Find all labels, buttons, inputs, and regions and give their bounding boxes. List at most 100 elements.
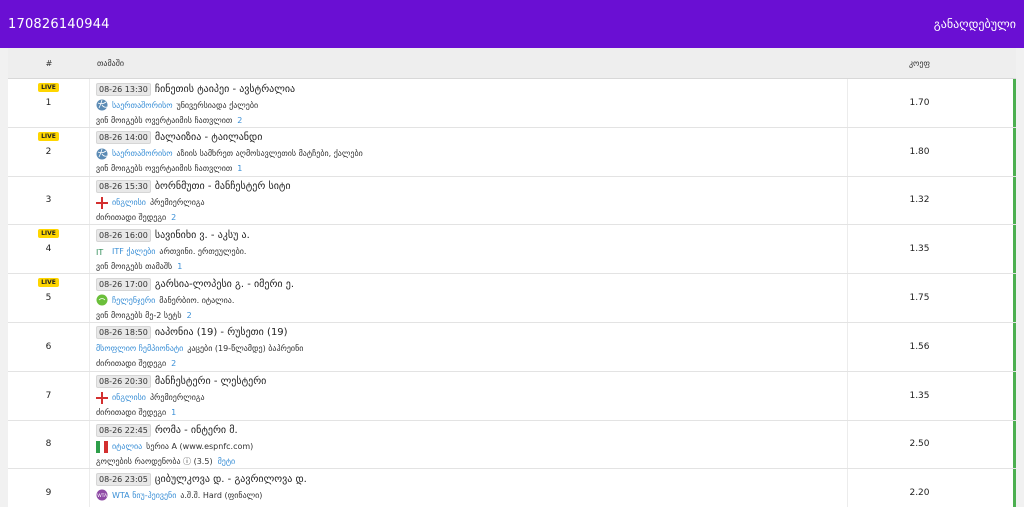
game-cell: 08-26 13:30 ჩინეთის ტაიპეი - ავსტრალია საე… — [90, 79, 848, 127]
sport-link[interactable]: ITF ქალები — [112, 247, 155, 256]
row-number-cell: LIVE 2 — [8, 127, 90, 176]
match-teams[interactable]: რომა - ინტერი მ. — [155, 425, 238, 436]
league-name: კაცები (19-წლამდე) ბაჰრეინი — [187, 344, 304, 354]
league-name: სერია A (www.espnfc.com) — [146, 442, 254, 452]
live-badge: LIVE — [38, 229, 59, 239]
top-bar: 170826140944 განაღდებული — [0, 0, 1024, 48]
market-count[interactable]: 2 — [187, 311, 192, 320]
table-row[interactable]: LIVE 1 08-26 13:30 ჩინეთის ტაიპეი - ავსტრალ… — [8, 79, 1016, 128]
league-name: ართვინი. ერთეულები. — [159, 246, 247, 256]
match-time: 08-26 22:45 — [96, 424, 151, 438]
row-number-cell: 8 — [8, 420, 90, 469]
row-number: 4 — [45, 244, 52, 255]
game-cell: 08-26 23:05 ციბულკოვა დ. - გავრილოვა დ. WT… — [90, 469, 848, 507]
market-name: ვინ მოიგებს მე-2 სეტს — [96, 310, 182, 320]
league-name: უნივერსიადა ქალები — [176, 100, 259, 110]
match-teams[interactable]: ბორნმუთი - მანჩესტერ სიტი — [155, 181, 291, 192]
odds-cell: 2.20 — [909, 488, 930, 499]
header-num: # — [45, 58, 53, 68]
sport-link[interactable]: იტალია — [112, 442, 142, 451]
odds-cell: 1.75 — [909, 293, 930, 304]
market-count[interactable]: 1 — [177, 262, 182, 271]
market-name: ძირითადი შედეგი — [96, 408, 167, 418]
market-count[interactable]: 1 — [237, 164, 242, 173]
sport-link[interactable]: საერთაშორისო — [112, 101, 173, 110]
match-time: 08-26 13:30 — [96, 82, 151, 96]
live-badge: LIVE — [38, 131, 59, 141]
game-cell: 08-26 15:30 ბორნმუთი - მანჩესტერ სიტი ინგლ… — [90, 176, 848, 225]
row-number: 7 — [45, 390, 52, 401]
sport-link[interactable]: მსოფლიო ჩემპიონატი — [96, 344, 183, 353]
odds-cell: 1.35 — [909, 244, 930, 255]
market-count[interactable]: 2 — [171, 359, 176, 368]
match-time: 08-26 14:00 — [96, 131, 151, 145]
match-time: 08-26 16:00 — [96, 228, 151, 242]
row-number: 8 — [45, 439, 52, 450]
live-badge: LIVE — [38, 83, 59, 92]
odds-cell: 2.50 — [909, 439, 930, 450]
table-row[interactable]: LIVE 2 08-26 14:00 მალაიზია - ტაილანდი საერთ… — [8, 127, 1016, 177]
row-number: 2 — [45, 146, 52, 157]
table-row[interactable]: 8 08-26 22:45 რომა - ინტერი მ. იტალია სერია … — [8, 420, 1016, 470]
row-number: 3 — [45, 195, 52, 206]
volleyball-icon — [96, 99, 108, 111]
match-time: 08-26 15:30 — [96, 180, 151, 194]
sport-link[interactable]: საერთაშორისო — [112, 149, 173, 158]
table-row[interactable]: LIVE 4 08-26 16:00 სავინიხი ვ. - აკსუ ა. IT I… — [8, 225, 1016, 275]
odds-cell: 1.80 — [909, 146, 930, 157]
odds-cell: 1.70 — [909, 97, 930, 108]
table-row[interactable]: 6 08-26 18:50 იაპონია (19) - რუსეთი (19) მს… — [8, 322, 1016, 372]
header-game: თამაში — [97, 58, 124, 68]
live-badge: LIVE — [38, 278, 59, 288]
match-teams[interactable]: მანჩესტერი - ლესტერი — [155, 376, 266, 387]
england-flag-icon — [96, 391, 108, 404]
row-number-cell: 6 — [8, 322, 90, 371]
league-name: პრემიერლიგა — [149, 198, 205, 208]
match-teams[interactable]: გარსია-ლოპესი გ. - იმერი ე. — [155, 279, 294, 290]
svg-text:IT: IT — [96, 248, 103, 257]
match-teams[interactable]: იაპონია (19) - რუსეთი (19) — [155, 327, 288, 338]
itf-icon: IT — [96, 245, 108, 257]
match-teams[interactable]: ციბულკოვა დ. - გავრილოვა დ. — [155, 474, 307, 485]
table-header: # თამაში კოეფ — [8, 48, 1016, 79]
sport-link[interactable]: ინგლისი — [112, 198, 146, 207]
game-cell: 08-26 22:45 რომა - ინტერი მ. იტალია სერია A… — [90, 420, 848, 469]
row-number: 1 — [45, 97, 52, 108]
challenger-icon — [96, 294, 108, 306]
sport-link[interactable]: ინგლისი — [112, 393, 146, 402]
market-count[interactable]: მეტი — [218, 457, 236, 466]
game-cell: 08-26 20:30 მანჩესტერი - ლესტერი ინგლისი პრ… — [90, 371, 848, 420]
match-teams[interactable]: მალაიზია - ტაილანდი — [155, 132, 263, 143]
table-row[interactable]: LIVE 5 08-26 17:00 გარსია-ლოპესი გ. - იმერი… — [8, 274, 1016, 323]
market-name: გოლების რაოდენობა ⓘ (3.5) — [96, 457, 213, 467]
market-count[interactable]: 2 — [171, 213, 176, 222]
game-cell: 08-26 14:00 მალაიზია - ტაილანდი საერთაშორი… — [90, 127, 848, 176]
odds-cell: 1.32 — [909, 195, 930, 206]
row-number: 9 — [45, 488, 52, 499]
italy-flag-icon — [96, 440, 108, 453]
row-number-cell: LIVE 5 — [8, 274, 90, 322]
market-name: ვინ მოიგებს თამაშს — [96, 261, 173, 271]
match-time: 08-26 17:00 — [96, 277, 151, 291]
match-time: 08-26 23:05 — [96, 472, 151, 486]
svg-text:WTA: WTA — [97, 493, 108, 499]
match-teams[interactable]: ჩინეთის ტაიპეი - ავსტრალია — [155, 84, 295, 95]
table-row[interactable]: 9 08-26 23:05 ციბულკოვა დ. - გავრილოვა დ. W… — [8, 469, 1016, 507]
sport-link[interactable]: ჩელენჯერი — [112, 296, 155, 305]
market-count[interactable]: 1 — [171, 408, 176, 417]
market-count[interactable]: 2 — [237, 116, 242, 125]
match-teams[interactable]: სავინიხი ვ. - აკსუ ა. — [155, 230, 250, 241]
table-row[interactable]: 7 08-26 20:30 მანჩესტერი - ლესტერი ინგლისი პ… — [8, 371, 1016, 421]
sport-link[interactable]: WTA ნიუ-ჰეივენი — [112, 491, 176, 500]
table-row[interactable]: 3 08-26 15:30 ბორნმუთი - მანჩესტერ სიტი ინგ… — [8, 176, 1016, 226]
bets-table: # თამაში კოეფ LIVE 1 08-26 13:30 ჩინეთის ტა… — [8, 48, 1016, 507]
wta-icon: WTA — [96, 489, 108, 501]
market-name: ძირითადი შედეგი — [96, 359, 167, 369]
odds-cell: 1.56 — [909, 341, 930, 352]
league-name: ა.შ.შ. Hard (ფინალი) — [180, 490, 263, 500]
table-body: LIVE 1 08-26 13:30 ჩინეთის ტაიპეი - ავსტრალ… — [8, 79, 1016, 507]
league-name: პრემიერლიგა — [149, 393, 205, 403]
row-number: 5 — [45, 293, 52, 304]
row-number-cell: 7 — [8, 371, 90, 420]
ticket-code: 170826140944 — [8, 16, 110, 32]
